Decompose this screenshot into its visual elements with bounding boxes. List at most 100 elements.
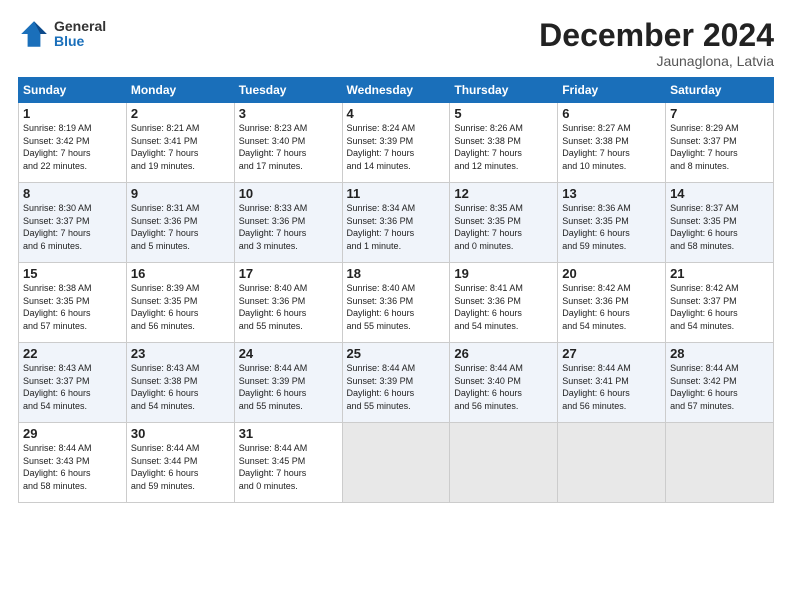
header-wednesday: Wednesday [342, 78, 450, 103]
day-number: 11 [347, 186, 446, 201]
day-number: 9 [131, 186, 230, 201]
day-info: Sunrise: 8:39 AM Sunset: 3:35 PM Dayligh… [131, 282, 230, 332]
day-cell: 14Sunrise: 8:37 AM Sunset: 3:35 PM Dayli… [666, 183, 774, 263]
day-number: 26 [454, 346, 553, 361]
day-cell: 21Sunrise: 8:42 AM Sunset: 3:37 PM Dayli… [666, 263, 774, 343]
day-cell: 13Sunrise: 8:36 AM Sunset: 3:35 PM Dayli… [558, 183, 666, 263]
day-cell: 16Sunrise: 8:39 AM Sunset: 3:35 PM Dayli… [126, 263, 234, 343]
day-info: Sunrise: 8:40 AM Sunset: 3:36 PM Dayligh… [239, 282, 338, 332]
day-info: Sunrise: 8:44 AM Sunset: 3:39 PM Dayligh… [347, 362, 446, 412]
day-info: Sunrise: 8:38 AM Sunset: 3:35 PM Dayligh… [23, 282, 122, 332]
day-cell: 7Sunrise: 8:29 AM Sunset: 3:37 PM Daylig… [666, 103, 774, 183]
day-number: 28 [670, 346, 769, 361]
day-info: Sunrise: 8:40 AM Sunset: 3:36 PM Dayligh… [347, 282, 446, 332]
day-info: Sunrise: 8:31 AM Sunset: 3:36 PM Dayligh… [131, 202, 230, 252]
day-number: 10 [239, 186, 338, 201]
day-info: Sunrise: 8:30 AM Sunset: 3:37 PM Dayligh… [23, 202, 122, 252]
day-info: Sunrise: 8:19 AM Sunset: 3:42 PM Dayligh… [23, 122, 122, 172]
day-number: 13 [562, 186, 661, 201]
location: Jaunaglona, Latvia [539, 53, 774, 69]
table-row: 22Sunrise: 8:43 AM Sunset: 3:37 PM Dayli… [19, 343, 774, 423]
day-cell: 25Sunrise: 8:44 AM Sunset: 3:39 PM Dayli… [342, 343, 450, 423]
day-cell: 6Sunrise: 8:27 AM Sunset: 3:38 PM Daylig… [558, 103, 666, 183]
day-number: 8 [23, 186, 122, 201]
logo-general: General [54, 19, 106, 34]
day-info: Sunrise: 8:44 AM Sunset: 3:45 PM Dayligh… [239, 442, 338, 492]
header-tuesday: Tuesday [234, 78, 342, 103]
calendar-container: General Blue December 2024 Jaunaglona, L… [0, 0, 792, 612]
day-number: 20 [562, 266, 661, 281]
day-number: 31 [239, 426, 338, 441]
day-info: Sunrise: 8:33 AM Sunset: 3:36 PM Dayligh… [239, 202, 338, 252]
day-number: 1 [23, 106, 122, 121]
day-info: Sunrise: 8:21 AM Sunset: 3:41 PM Dayligh… [131, 122, 230, 172]
logo-icon [18, 18, 50, 50]
header-row: Sunday Monday Tuesday Wednesday Thursday… [19, 78, 774, 103]
day-number: 7 [670, 106, 769, 121]
day-cell: 1Sunrise: 8:19 AM Sunset: 3:42 PM Daylig… [19, 103, 127, 183]
day-cell: 17Sunrise: 8:40 AM Sunset: 3:36 PM Dayli… [234, 263, 342, 343]
logo-blue: Blue [54, 34, 106, 49]
day-cell: 11Sunrise: 8:34 AM Sunset: 3:36 PM Dayli… [342, 183, 450, 263]
day-number: 6 [562, 106, 661, 121]
day-cell: 18Sunrise: 8:40 AM Sunset: 3:36 PM Dayli… [342, 263, 450, 343]
day-info: Sunrise: 8:43 AM Sunset: 3:38 PM Dayligh… [131, 362, 230, 412]
table-row: 1Sunrise: 8:19 AM Sunset: 3:42 PM Daylig… [19, 103, 774, 183]
logo: General Blue [18, 18, 106, 50]
day-info: Sunrise: 8:23 AM Sunset: 3:40 PM Dayligh… [239, 122, 338, 172]
table-row: 15Sunrise: 8:38 AM Sunset: 3:35 PM Dayli… [19, 263, 774, 343]
day-cell [666, 423, 774, 503]
day-info: Sunrise: 8:24 AM Sunset: 3:39 PM Dayligh… [347, 122, 446, 172]
day-cell: 12Sunrise: 8:35 AM Sunset: 3:35 PM Dayli… [450, 183, 558, 263]
day-cell: 9Sunrise: 8:31 AM Sunset: 3:36 PM Daylig… [126, 183, 234, 263]
calendar-table: Sunday Monday Tuesday Wednesday Thursday… [18, 77, 774, 503]
day-number: 30 [131, 426, 230, 441]
header-friday: Friday [558, 78, 666, 103]
day-cell: 3Sunrise: 8:23 AM Sunset: 3:40 PM Daylig… [234, 103, 342, 183]
day-cell [558, 423, 666, 503]
day-cell: 20Sunrise: 8:42 AM Sunset: 3:36 PM Dayli… [558, 263, 666, 343]
day-cell: 23Sunrise: 8:43 AM Sunset: 3:38 PM Dayli… [126, 343, 234, 423]
day-cell: 2Sunrise: 8:21 AM Sunset: 3:41 PM Daylig… [126, 103, 234, 183]
day-info: Sunrise: 8:41 AM Sunset: 3:36 PM Dayligh… [454, 282, 553, 332]
day-cell: 28Sunrise: 8:44 AM Sunset: 3:42 PM Dayli… [666, 343, 774, 423]
day-number: 12 [454, 186, 553, 201]
day-number: 18 [347, 266, 446, 281]
day-cell: 19Sunrise: 8:41 AM Sunset: 3:36 PM Dayli… [450, 263, 558, 343]
day-number: 3 [239, 106, 338, 121]
day-info: Sunrise: 8:44 AM Sunset: 3:44 PM Dayligh… [131, 442, 230, 492]
day-info: Sunrise: 8:34 AM Sunset: 3:36 PM Dayligh… [347, 202, 446, 252]
title-block: December 2024 Jaunaglona, Latvia [539, 18, 774, 69]
day-cell: 22Sunrise: 8:43 AM Sunset: 3:37 PM Dayli… [19, 343, 127, 423]
day-cell: 24Sunrise: 8:44 AM Sunset: 3:39 PM Dayli… [234, 343, 342, 423]
table-row: 29Sunrise: 8:44 AM Sunset: 3:43 PM Dayli… [19, 423, 774, 503]
day-cell [450, 423, 558, 503]
day-info: Sunrise: 8:43 AM Sunset: 3:37 PM Dayligh… [23, 362, 122, 412]
day-number: 5 [454, 106, 553, 121]
day-cell: 31Sunrise: 8:44 AM Sunset: 3:45 PM Dayli… [234, 423, 342, 503]
day-info: Sunrise: 8:36 AM Sunset: 3:35 PM Dayligh… [562, 202, 661, 252]
day-number: 17 [239, 266, 338, 281]
day-number: 4 [347, 106, 446, 121]
day-number: 19 [454, 266, 553, 281]
header-thursday: Thursday [450, 78, 558, 103]
table-row: 8Sunrise: 8:30 AM Sunset: 3:37 PM Daylig… [19, 183, 774, 263]
day-cell: 5Sunrise: 8:26 AM Sunset: 3:38 PM Daylig… [450, 103, 558, 183]
day-cell: 15Sunrise: 8:38 AM Sunset: 3:35 PM Dayli… [19, 263, 127, 343]
header-monday: Monday [126, 78, 234, 103]
day-number: 2 [131, 106, 230, 121]
day-cell: 27Sunrise: 8:44 AM Sunset: 3:41 PM Dayli… [558, 343, 666, 423]
day-number: 15 [23, 266, 122, 281]
day-number: 29 [23, 426, 122, 441]
logo-text: General Blue [54, 19, 106, 50]
header: General Blue December 2024 Jaunaglona, L… [18, 18, 774, 69]
day-cell: 26Sunrise: 8:44 AM Sunset: 3:40 PM Dayli… [450, 343, 558, 423]
day-info: Sunrise: 8:37 AM Sunset: 3:35 PM Dayligh… [670, 202, 769, 252]
day-info: Sunrise: 8:35 AM Sunset: 3:35 PM Dayligh… [454, 202, 553, 252]
header-saturday: Saturday [666, 78, 774, 103]
day-info: Sunrise: 8:44 AM Sunset: 3:43 PM Dayligh… [23, 442, 122, 492]
day-cell [342, 423, 450, 503]
day-number: 25 [347, 346, 446, 361]
header-sunday: Sunday [19, 78, 127, 103]
day-number: 14 [670, 186, 769, 201]
